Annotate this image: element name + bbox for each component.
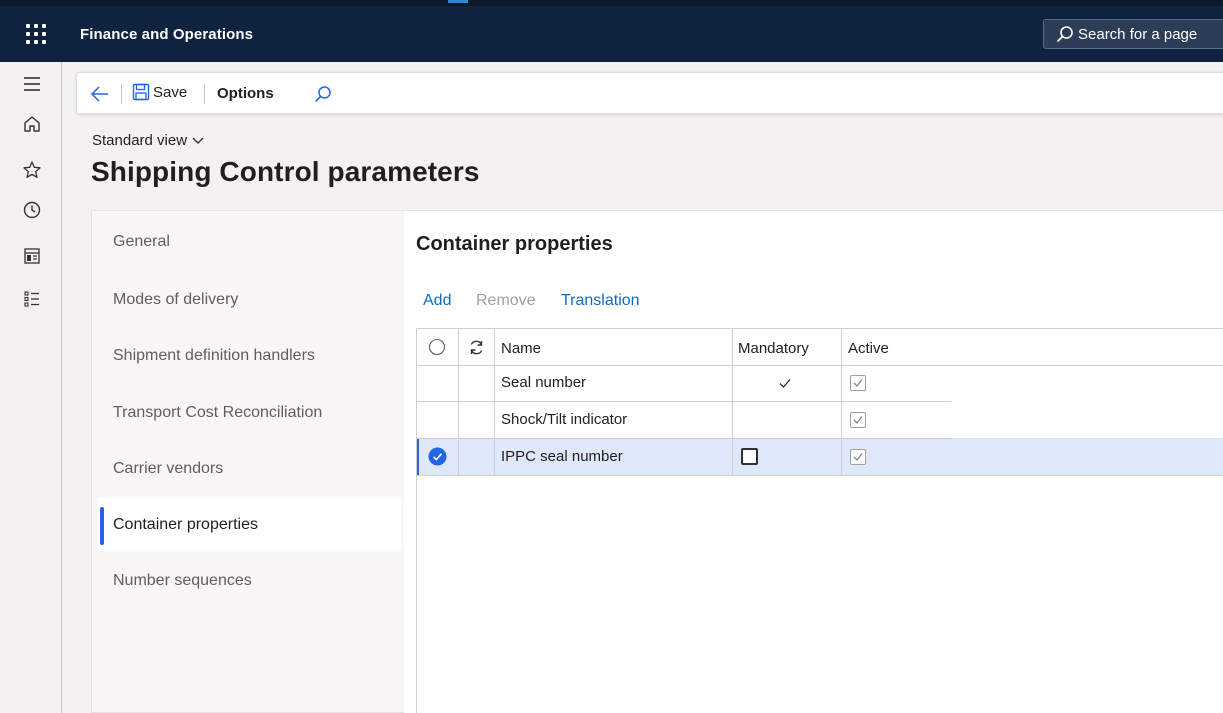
column-header-active[interactable]: Active [848, 340, 889, 357]
remove-button[interactable]: Remove [476, 292, 536, 310]
row-name-cell[interactable]: IPPC seal number [501, 448, 623, 465]
save-label: Save [153, 83, 188, 101]
column-header-mandatory[interactable]: Mandatory [738, 340, 809, 357]
mandatory-check-icon [779, 379, 791, 388]
clock-icon[interactable] [22, 200, 42, 220]
save-button[interactable]: Save [132, 83, 187, 101]
nav-selected-indicator [100, 507, 104, 545]
row-name-cell[interactable]: Seal number [501, 374, 586, 391]
navigation-rail [0, 62, 62, 713]
container-properties-grid: Name Mandatory Active Seal number Shock/… [416, 328, 1223, 713]
refresh-icon[interactable] [468, 339, 485, 356]
nav-item-modes-of-delivery[interactable]: Modes of delivery [113, 291, 238, 309]
top-header: Finance and Operations Search for a page [0, 6, 1223, 62]
select-all-radio[interactable] [428, 338, 446, 356]
workspace-icon[interactable] [22, 246, 42, 266]
action-search-icon[interactable] [313, 84, 333, 104]
row-selected-check-icon[interactable] [428, 447, 447, 466]
app-launcher-icon[interactable] [24, 22, 48, 46]
star-icon[interactable] [22, 160, 42, 180]
nav-item-transport-cost-reconciliation[interactable]: Transport Cost Reconciliation [113, 404, 322, 422]
back-arrow-icon[interactable] [89, 83, 111, 105]
active-checkbox[interactable] [850, 375, 866, 391]
search-icon [1057, 26, 1073, 42]
action-pane: Save Options [76, 72, 1223, 114]
app-title: Finance and Operations [80, 26, 254, 43]
nav-item-container-properties[interactable]: Container properties [113, 516, 258, 534]
save-icon [132, 83, 150, 101]
column-header-name[interactable]: Name [501, 340, 541, 357]
view-label: Standard view [92, 132, 188, 149]
mandatory-checkbox[interactable] [741, 448, 758, 465]
nav-item-number-sequences[interactable]: Number sequences [113, 572, 252, 590]
options-menu[interactable]: Options [217, 85, 274, 102]
row-name-cell[interactable]: Shock/Tilt indicator [501, 411, 627, 428]
hamburger-icon[interactable] [22, 74, 42, 94]
tab-accent [448, 0, 468, 3]
separator [121, 84, 122, 104]
active-checkbox[interactable] [850, 449, 866, 465]
chevron-down-icon [192, 137, 204, 144]
home-icon[interactable] [22, 114, 42, 134]
nav-item-carrier-vendors[interactable]: Carrier vendors [113, 460, 223, 478]
modules-icon[interactable] [22, 289, 42, 309]
section-title: Container properties [416, 233, 613, 255]
nav-item-general[interactable]: General [113, 233, 170, 251]
active-checkbox[interactable] [850, 412, 866, 428]
add-button[interactable]: Add [423, 292, 451, 310]
translation-button[interactable]: Translation [561, 292, 640, 310]
search-placeholder: Search for a page [1078, 25, 1198, 43]
nav-item-shipment-definition-handlers[interactable]: Shipment definition handlers [113, 347, 315, 365]
page-title: Shipping Control parameters [91, 156, 480, 187]
search-input[interactable]: Search for a page [1043, 19, 1223, 49]
view-selector[interactable]: Standard view [92, 132, 204, 149]
separator [204, 84, 205, 104]
